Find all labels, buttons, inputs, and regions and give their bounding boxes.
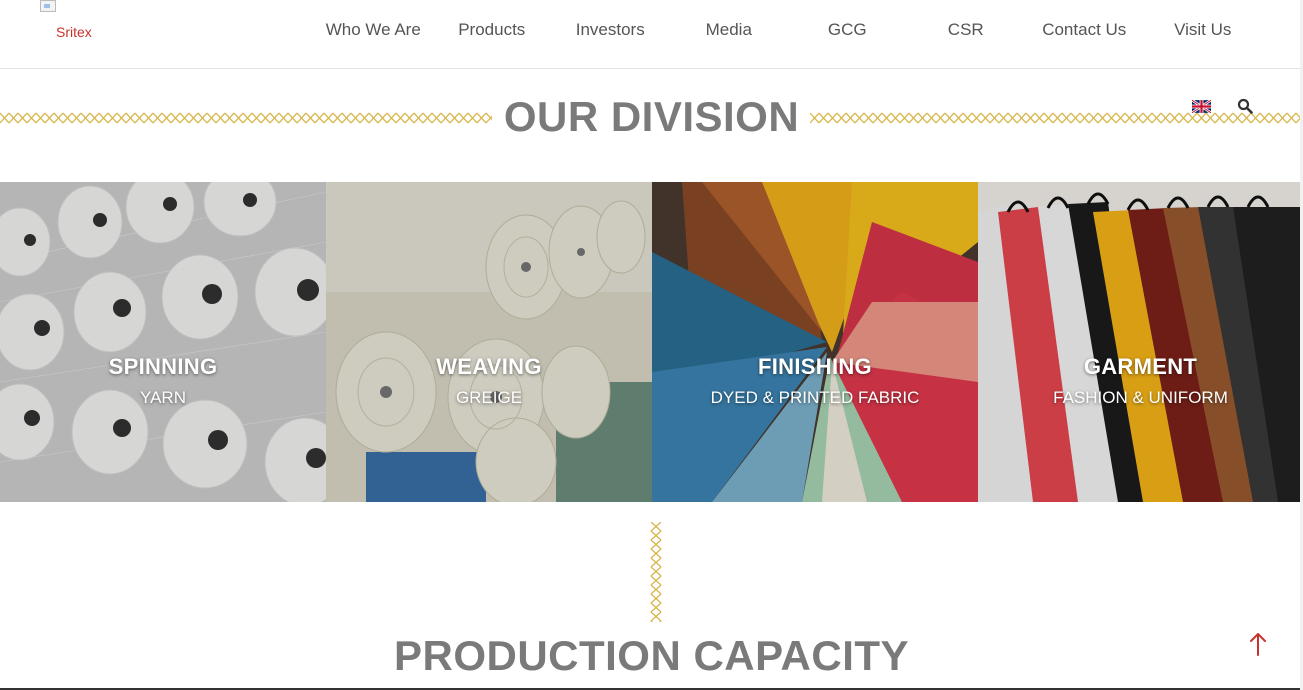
tile-caption: GARMENT FASHION & UNIFORM (978, 354, 1303, 408)
nav-contact-us[interactable]: Contact Us (1025, 0, 1144, 60)
broken-image-icon (40, 0, 56, 12)
cross-stitch-divider-vertical (650, 522, 662, 622)
nav-csr[interactable]: CSR (907, 0, 1026, 60)
tile-overlay (326, 182, 652, 502)
tile-spinning[interactable]: SPINNING YARN (0, 182, 326, 502)
tile-caption: FINISHING DYED & PRINTED FABRIC (652, 354, 978, 408)
arrow-up-icon[interactable] (1248, 631, 1268, 657)
uk-flag-icon[interactable] (1192, 99, 1211, 113)
nav-investors[interactable]: Investors (551, 0, 670, 60)
logo-alt-text: Sritex (56, 24, 92, 40)
production-capacity-title: PRODUCTION CAPACITY (393, 632, 910, 679)
tile-subtitle: GREIGE (455, 388, 523, 407)
nav-visit-us[interactable]: Visit Us (1144, 0, 1263, 60)
tile-title: SPINNING (108, 354, 218, 379)
tile-caption: SPINNING YARN (0, 354, 326, 408)
nav-products[interactable]: Products (433, 0, 552, 60)
logo[interactable]: Sritex (40, 0, 120, 44)
tile-title: FINISHING (758, 354, 872, 379)
nav-media[interactable]: Media (670, 0, 789, 60)
header-utility (1192, 98, 1253, 114)
search-icon[interactable] (1237, 98, 1253, 114)
division-title-row: OUR DIVISION (0, 84, 1303, 154)
nav-gcg[interactable]: GCG (788, 0, 907, 60)
tile-weaving[interactable]: WEAVING GREIGE (326, 182, 652, 502)
main-nav: Who We Are Products Investors Media GCG … (314, 0, 1262, 60)
tile-garment[interactable]: GARMENT FASHION & UNIFORM (978, 182, 1303, 502)
nav-who-we-are[interactable]: Who We Are (314, 0, 433, 60)
tile-subtitle: DYED & PRINTED FABRIC (710, 388, 920, 407)
tile-overlay (652, 182, 978, 502)
tile-overlay (978, 182, 1303, 502)
division-tiles: SPINNING YARN WEAVING GREIGE FINISHING D… (0, 182, 1303, 502)
tile-subtitle: YARN (140, 388, 186, 407)
tile-title: GARMENT (1083, 354, 1198, 379)
tile-finishing[interactable]: FINISHING DYED & PRINTED FABRIC (652, 182, 978, 502)
tile-caption: WEAVING GREIGE (326, 354, 652, 408)
tile-title: WEAVING (436, 354, 542, 379)
tile-overlay (0, 182, 326, 502)
tile-subtitle: FASHION & UNIFORM (1053, 388, 1228, 407)
site-header: Sritex Who We Are Products Investors Med… (0, 0, 1303, 69)
